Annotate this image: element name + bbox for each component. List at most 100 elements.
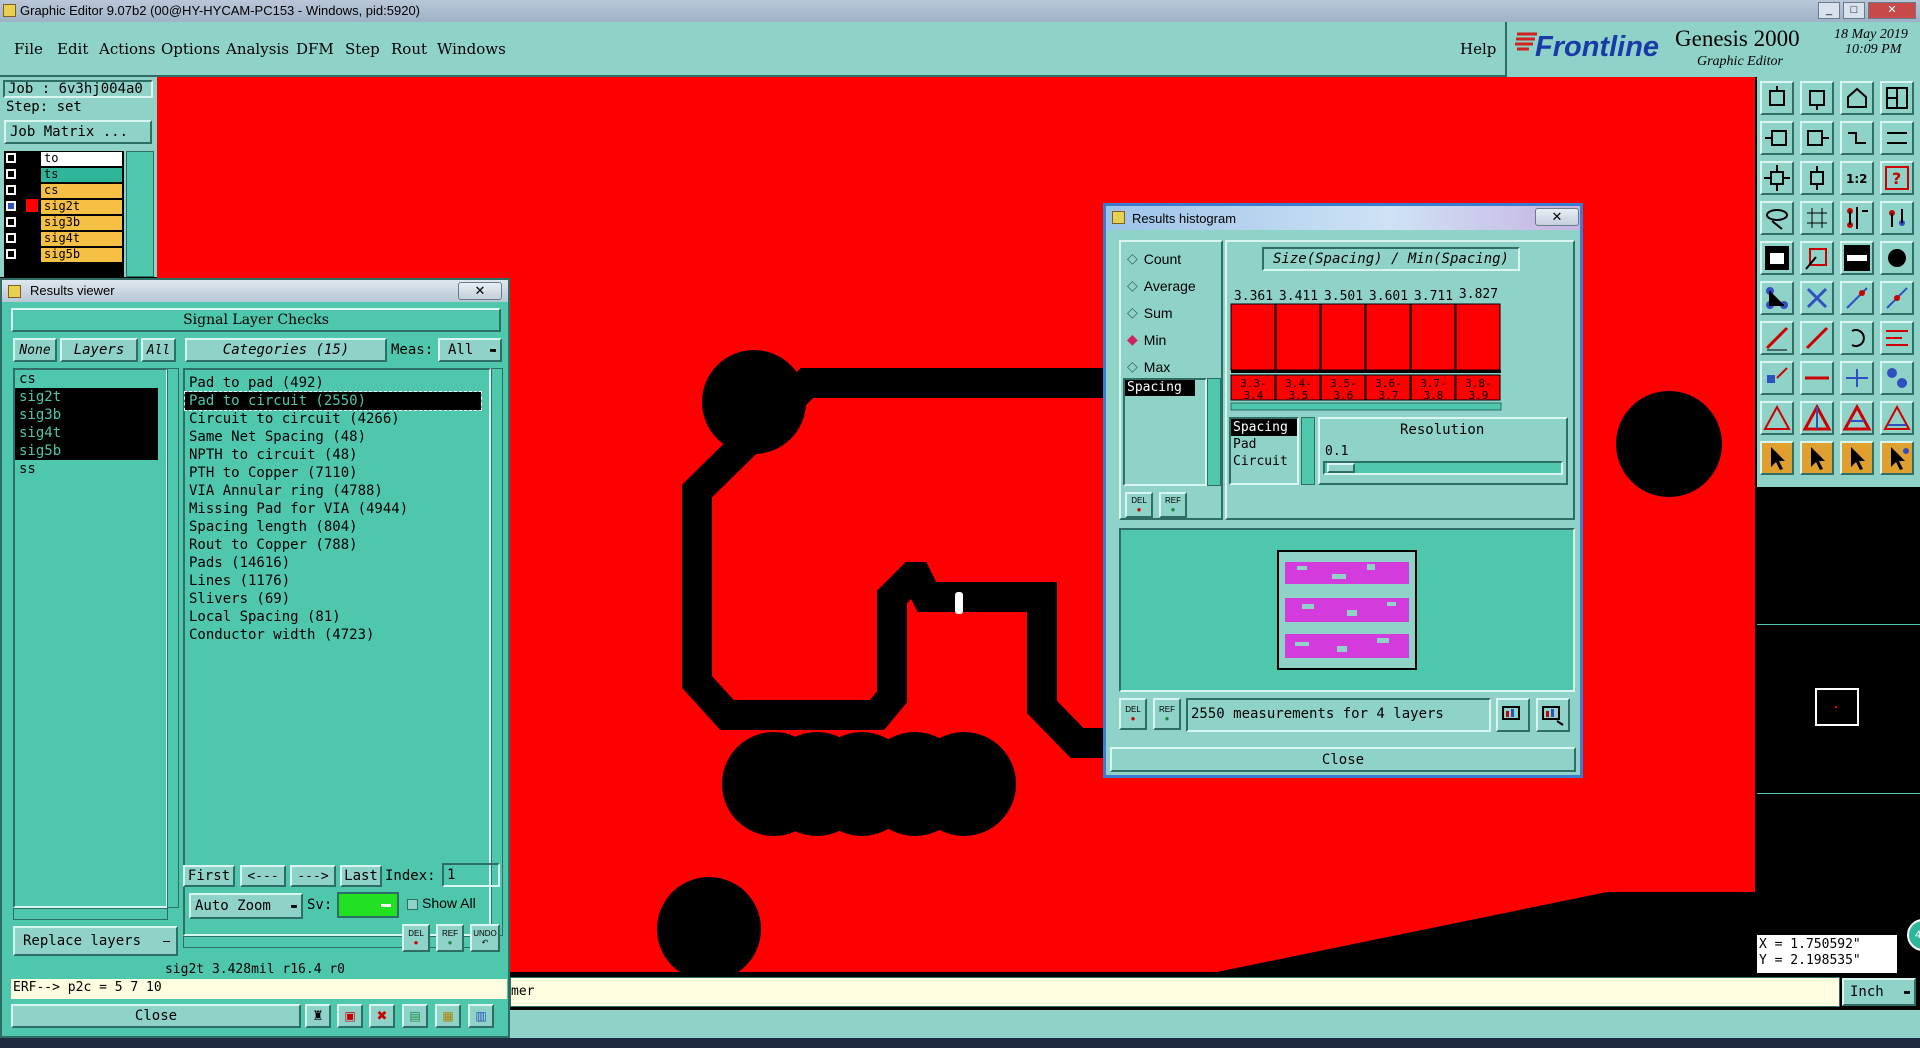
layer-row[interactable]: sig5b: [41, 248, 122, 262]
menu-analysis[interactable]: Analysis: [226, 40, 289, 58]
category-row[interactable]: Local Spacing (81): [185, 608, 489, 626]
ref-button[interactable]: REF ●: [1159, 492, 1187, 518]
arc-icon[interactable]: [1840, 321, 1874, 355]
histogram-bar[interactable]: [1365, 303, 1411, 371]
net-icon[interactable]: [1840, 201, 1874, 235]
command-line[interactable]: mer: [510, 977, 1840, 1007]
add-net-icon[interactable]: [1760, 281, 1794, 315]
rv-undo-button[interactable]: UNDO ↶: [470, 924, 500, 952]
category-row[interactable]: Spacing length (804): [185, 518, 489, 536]
job-matrix-button[interactable]: Job Matrix ...: [4, 120, 152, 144]
category-row[interactable]: Lines (1176): [185, 572, 489, 590]
results-viewer-close-button[interactable]: Close: [11, 1004, 301, 1028]
category-row[interactable]: VIA Annular ring (4788): [185, 482, 489, 500]
preview-del-button[interactable]: DEL ●: [1119, 698, 1147, 730]
option-average[interactable]: ◇ Average: [1127, 277, 1196, 294]
histogram-icon[interactable]: ▥: [468, 1004, 494, 1028]
edge-icon[interactable]: [1880, 281, 1914, 315]
layout-icon[interactable]: [1880, 81, 1914, 115]
move-icon[interactable]: [1760, 361, 1794, 395]
highlight-icon[interactable]: ♜: [305, 1004, 331, 1028]
menu-step[interactable]: Step: [345, 40, 380, 58]
pan-left-icon[interactable]: [1760, 121, 1794, 155]
category-list-vscroll[interactable]: [491, 368, 503, 936]
categories-button[interactable]: Categories (15): [185, 338, 387, 362]
replace-layers-dropdown[interactable]: Replace layers ⎯: [13, 926, 178, 956]
histogram-bar[interactable]: [1455, 303, 1501, 371]
result-layer-row[interactable]: sig5b: [15, 442, 158, 460]
category-row[interactable]: Missing Pad for VIA (4944): [185, 500, 489, 518]
type-list[interactable]: Spacing Pad Circuit: [1229, 417, 1299, 485]
spacing-list-scrollbar[interactable]: [1207, 378, 1221, 486]
chart-settings-icon[interactable]: [1536, 698, 1570, 732]
result-layer-row[interactable]: sig3b: [15, 406, 158, 424]
draw-line-icon[interactable]: [1760, 321, 1794, 355]
category-row[interactable]: PTH to Copper (7110): [185, 464, 489, 482]
ruler-icon[interactable]: [1840, 241, 1874, 275]
select-pointer3-icon[interactable]: [1840, 441, 1874, 475]
chart-hscroll[interactable]: [1230, 402, 1502, 411]
layers-button[interactable]: Layers: [60, 338, 138, 362]
option-sum[interactable]: ◇ Sum: [1127, 304, 1173, 321]
category-list[interactable]: Pad to pad (492) Pad to circuit (2550) Cir…: [183, 368, 491, 936]
close-window-button[interactable]: ✕: [1868, 2, 1916, 19]
pad-icon[interactable]: [1880, 241, 1914, 275]
select-pointer2-icon[interactable]: [1800, 441, 1834, 475]
zoom-1to2-icon[interactable]: 1:2: [1840, 161, 1874, 195]
layer-checkbox[interactable]: [6, 201, 16, 211]
bus-icon[interactable]: [1880, 321, 1914, 355]
type-circuit[interactable]: Circuit: [1231, 453, 1297, 470]
draw-diag-icon[interactable]: [1800, 321, 1834, 355]
viewport-marker[interactable]: [1815, 688, 1859, 726]
result-layer-row[interactable]: cs: [15, 370, 166, 388]
camera-icon[interactable]: [1760, 241, 1794, 275]
polygon-icon[interactable]: [1840, 401, 1874, 435]
layer-list-scrollbar[interactable]: [126, 151, 154, 277]
layer-checkbox[interactable]: [6, 249, 16, 259]
triangle-icon[interactable]: [1760, 401, 1794, 435]
option-count[interactable]: ◇ Count: [1127, 250, 1181, 267]
rotate-icon[interactable]: [1840, 121, 1874, 155]
layer-checkbox[interactable]: [6, 217, 16, 227]
spacing-list[interactable]: Spacing: [1123, 378, 1207, 486]
category-row[interactable]: Same Net Spacing (48): [185, 428, 489, 446]
menu-dfm[interactable]: DFM: [296, 40, 334, 58]
layer-row-active[interactable]: sig2t: [41, 200, 122, 214]
type-list-scrollbar[interactable]: [1301, 417, 1315, 485]
result-layer-row[interactable]: ss: [15, 460, 166, 478]
layer-checkbox[interactable]: [6, 233, 16, 243]
home-icon[interactable]: [1760, 81, 1794, 115]
layer-row[interactable]: sig4t: [41, 232, 122, 246]
connect-icon[interactable]: [1880, 201, 1914, 235]
preview-ref-button[interactable]: REF ●: [1153, 698, 1181, 730]
prev-button[interactable]: <---: [240, 865, 286, 887]
results-viewer-titlebar[interactable]: Results viewer ✕: [2, 280, 508, 302]
layer-row[interactable]: to: [41, 152, 122, 166]
triangle-fill-icon[interactable]: [1800, 401, 1834, 435]
measure-icon[interactable]: [1840, 361, 1874, 395]
option-min[interactable]: ◆ Min: [1127, 331, 1166, 348]
help-icon[interactable]: ?: [1880, 161, 1914, 195]
menu-file[interactable]: File: [14, 40, 43, 58]
minimize-button[interactable]: _: [1818, 2, 1840, 19]
histogram-close-icon[interactable]: ✕: [1535, 208, 1579, 226]
maximize-button[interactable]: □: [1843, 2, 1865, 19]
type-pad[interactable]: Pad: [1231, 436, 1297, 453]
histogram-bar[interactable]: [1230, 303, 1276, 371]
grid-icon[interactable]: [1800, 201, 1834, 235]
layer-row[interactable]: sig3b: [41, 216, 122, 230]
layer-checkbox[interactable]: [6, 153, 16, 163]
line-icon[interactable]: [1840, 281, 1874, 315]
export-chart-icon[interactable]: [1496, 698, 1530, 732]
histogram-titlebar[interactable]: Results histogram ✕: [1106, 206, 1580, 230]
all-button[interactable]: All: [141, 338, 176, 362]
histogram-close-button[interactable]: Close: [1110, 747, 1576, 772]
rv-del-button[interactable]: DEL ●: [402, 924, 430, 952]
menu-windows[interactable]: Windows: [437, 40, 506, 58]
zoom-fit-icon[interactable]: [1760, 161, 1794, 195]
clear-icon[interactable]: ✖: [369, 1004, 395, 1028]
menu-rout[interactable]: Rout: [391, 40, 427, 58]
building-icon[interactable]: [1840, 81, 1874, 115]
category-row[interactable]: Circuit to circuit (4266): [185, 410, 489, 428]
auto-zoom-dropdown[interactable]: Auto Zoom ▬: [189, 893, 303, 919]
